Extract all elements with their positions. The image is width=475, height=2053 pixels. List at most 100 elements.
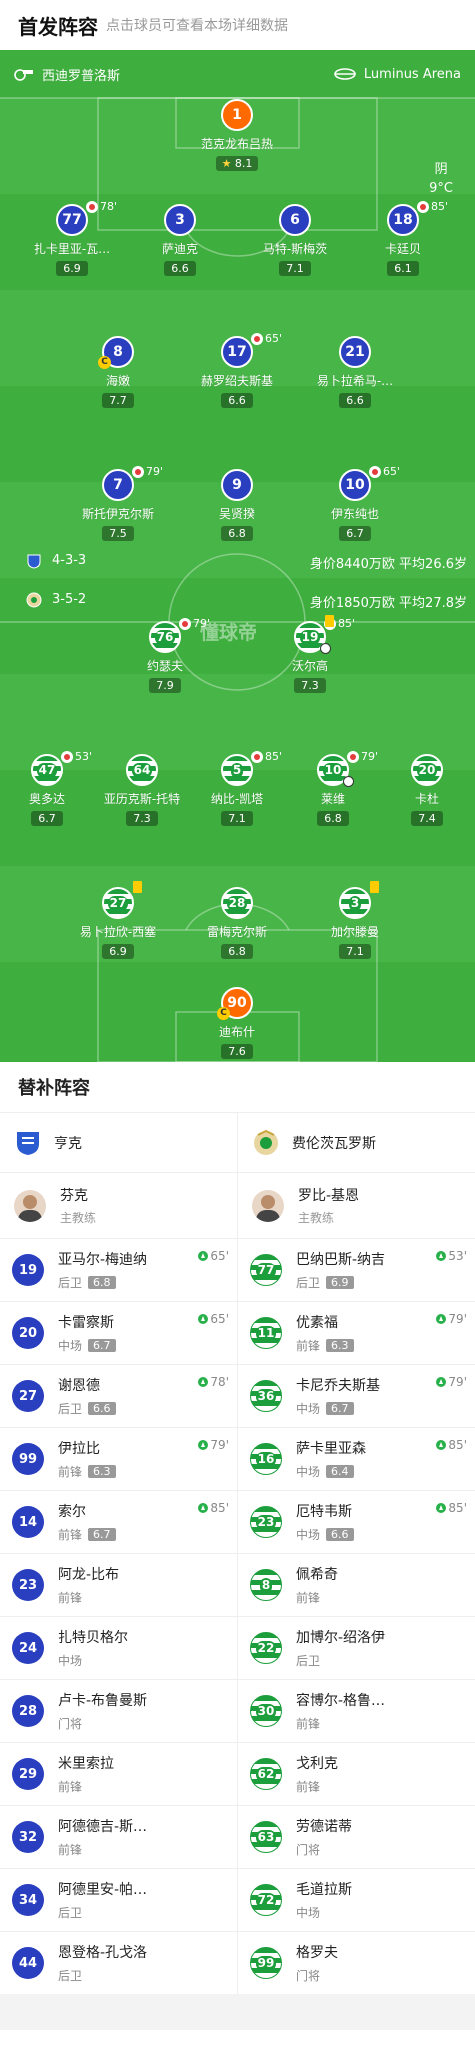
rating-wrap: 6.8 <box>189 522 285 541</box>
home-player[interactable]: 21 易卜拉希马-… 6.6 <box>307 336 403 408</box>
sub-player-row[interactable]: 19 亚马尔-梅迪纳 后卫 6.8 65' <box>0 1238 237 1301</box>
jersey-number-text: 5 <box>230 762 244 778</box>
weather-condition: 阴 <box>434 162 448 177</box>
weather: 阴 9°C <box>429 160 453 198</box>
sub-off-minute: 85' <box>338 617 356 630</box>
jersey-number: 34 <box>12 1884 44 1916</box>
player-rating: ★ 8.1 <box>215 156 259 171</box>
player-position-line: 后卫 <box>58 1967 237 1984</box>
away-avg-age: 平均27.8岁 <box>399 596 467 611</box>
away-coach[interactable]: 罗比-基恩 主教练 <box>238 1172 475 1238</box>
away-player[interactable]: 28 雷梅克尔斯 6.8 <box>189 887 285 959</box>
away-player[interactable]: 20 卡杜 7.4 <box>379 754 475 826</box>
player-rating: 7.6 <box>221 1044 253 1059</box>
lineup-header: 首发阵容 点击球员可查看本场详细数据 <box>0 0 475 50</box>
rating-wrap: 6.8 <box>285 807 381 826</box>
player-rating-value: 6.7 <box>38 812 56 825</box>
away-player[interactable]: 3 加尔滕曼 7.1 <box>307 881 403 959</box>
away-subs-team-name: 费伦茨瓦罗斯 <box>292 1135 376 1152</box>
sub-player-row[interactable]: 44 恩登格-孔戈洛 后卫 <box>0 1931 237 1994</box>
away-player[interactable]: 10 79' 莱维 6.8 <box>285 750 381 826</box>
weather-temperature: 9°C <box>429 181 453 196</box>
sub-off-minute: 53' <box>75 750 93 763</box>
sub-on-minute: 78' <box>210 1375 229 1389</box>
sub-player-row[interactable]: 27 谢恩德 后卫 6.6 78' <box>0 1364 237 1427</box>
sub-on-icon <box>198 1251 209 1261</box>
away-player[interactable]: 90 C 迪布什 7.6 <box>189 987 285 1059</box>
sub-player-row[interactable]: 22 加博尔-绍洛伊 后卫 <box>238 1616 475 1679</box>
home-player[interactable]: 7 79' 斯托伊克尔斯 7.5 <box>70 465 166 541</box>
home-player[interactable]: 1 范克龙布吕热 ★ 8.1 <box>189 99 285 171</box>
player-name: 卡尼乔夫斯基 <box>296 1378 380 1394</box>
player-rating-value: 7.9 <box>156 679 174 692</box>
sub-player-row[interactable]: 62 戈利克 前锋 <box>238 1742 475 1805</box>
away-player[interactable]: 27 易卜拉欣-西塞 6.9 <box>70 881 166 959</box>
home-player[interactable]: 8 C 海嫩 7.7 <box>70 336 166 408</box>
home-player[interactable]: 77 78' 扎卡里亚-瓦… 6.9 <box>24 200 120 276</box>
sub-on-minute: 65' <box>210 1249 229 1263</box>
sub-player-row[interactable]: 72 毛道拉斯 中场 <box>238 1868 475 1931</box>
away-player[interactable]: 5 85' 纳比-凯塔 7.1 <box>189 750 285 826</box>
player-position-line: 门将 <box>58 1715 237 1732</box>
sub-player-row[interactable]: 28 卢卡-布鲁曼斯 门将 <box>0 1679 237 1742</box>
away-subs-team[interactable]: 费伦茨瓦罗斯 <box>238 1112 475 1172</box>
player-name: 巴纳巴斯-纳吉 <box>296 1252 386 1268</box>
sub-player-row[interactable]: 23 厄特韦斯 中场 6.6 85' <box>238 1490 475 1553</box>
away-player[interactable]: 64 亚历克斯-托特 7.3 <box>94 754 190 826</box>
player-rating: 7.1 <box>279 261 311 276</box>
sub-player-row[interactable]: 24 扎特贝格尔 中场 <box>0 1616 237 1679</box>
player-name: 纳比-凯塔 <box>210 792 264 806</box>
sub-player-row[interactable]: 8 佩希奇 前锋 <box>238 1553 475 1616</box>
sub-player-row[interactable]: 29 米里索拉 前锋 <box>0 1742 237 1805</box>
player-name: 伊拉比 <box>58 1441 100 1457</box>
sub-player-row[interactable]: 63 劳德诺蒂 门将 <box>238 1805 475 1868</box>
away-team-line: 3-5-2 身价1850万欧 平均27.8岁 <box>0 592 475 611</box>
sub-player-row[interactable]: 20 卡雷察斯 中场 6.7 65' <box>0 1301 237 1364</box>
jersey-number: 77 <box>56 204 88 236</box>
home-player[interactable]: 6 马特-斯梅茨 7.1 <box>247 204 343 276</box>
away-player[interactable]: 76 79' 约瑟夫 7.9 <box>117 617 213 693</box>
sub-player-row[interactable]: 34 阿德里安-帕… 后卫 <box>0 1868 237 1931</box>
home-player[interactable]: 3 萨迪克 6.6 <box>132 204 228 276</box>
sub-player-row[interactable]: 99 格罗夫 门将 <box>238 1931 475 1994</box>
home-subs-team[interactable]: 亨克 <box>0 1112 237 1172</box>
coach-role: 主教练 <box>298 1211 335 1225</box>
player-name: 加博尔-绍洛伊 <box>296 1630 386 1646</box>
away-formation: 3-5-2 <box>52 592 87 607</box>
player-name: 海嫩 <box>105 374 130 388</box>
away-player[interactable]: 19 85' 沃尔高 7.3 <box>262 615 358 693</box>
player-name: 吴贤揆 <box>218 507 255 521</box>
player-rating: 7.9 <box>149 678 181 693</box>
home-player[interactable]: 18 85' 卡廷贝 6.1 <box>355 200 451 276</box>
home-coach[interactable]: 芬克 主教练 <box>0 1172 237 1238</box>
sub-off-icon <box>417 200 429 213</box>
player-name: 优素福 <box>296 1315 338 1331</box>
away-player[interactable]: 47 53' 奥多达 6.7 <box>0 750 95 826</box>
sub-player-row[interactable]: 30 容博尔-格鲁… 前锋 <box>238 1679 475 1742</box>
jersey-number-text: 27 <box>107 895 129 911</box>
player-position: 后卫 <box>58 1276 83 1290</box>
sub-player-row[interactable]: 16 萨卡里亚森 中场 6.4 85' <box>238 1427 475 1490</box>
sub-player-row[interactable]: 36 卡尼乔夫斯基 中场 6.7 79' <box>238 1364 475 1427</box>
sub-off-minute: 79' <box>146 465 164 478</box>
sub-on-icon <box>436 1440 447 1450</box>
jersey-number: 99 <box>250 1947 282 1979</box>
sub-player-row[interactable]: 32 阿德德吉-斯… 前锋 <box>0 1805 237 1868</box>
home-player[interactable]: 17 65' 赫罗绍夫斯基 6.6 <box>189 332 285 408</box>
player-name: 迪布什 <box>218 1025 255 1039</box>
home-player[interactable]: 10 65' 伊东纯也 6.7 <box>307 465 403 541</box>
sub-off-icon <box>61 750 73 763</box>
sub-player-row[interactable]: 23 阿龙-比布 前锋 <box>0 1553 237 1616</box>
sub-player-row[interactable]: 77 巴纳巴斯-纳吉 后卫 6.9 53' <box>238 1238 475 1301</box>
sub-player-row[interactable]: 11 优素福 前锋 6.3 79' <box>238 1301 475 1364</box>
home-player[interactable]: 9 吴贤揆 6.8 <box>189 469 285 541</box>
player-position: 后卫 <box>296 1654 321 1668</box>
sub-player-row[interactable]: 14 索尔 前锋 6.7 85' <box>0 1490 237 1553</box>
player-position-line: 前锋 6.3 <box>58 1463 237 1480</box>
away-value: 身价1850万欧 <box>309 596 395 611</box>
sub-player-row[interactable]: 99 伊拉比 前锋 6.3 79' <box>0 1427 237 1490</box>
player-name: 易卜拉欣-西塞 <box>79 925 157 939</box>
player-name: 萨迪克 <box>161 242 198 256</box>
jersey-number: 7 <box>102 469 134 501</box>
sub-off-icon <box>251 332 263 345</box>
